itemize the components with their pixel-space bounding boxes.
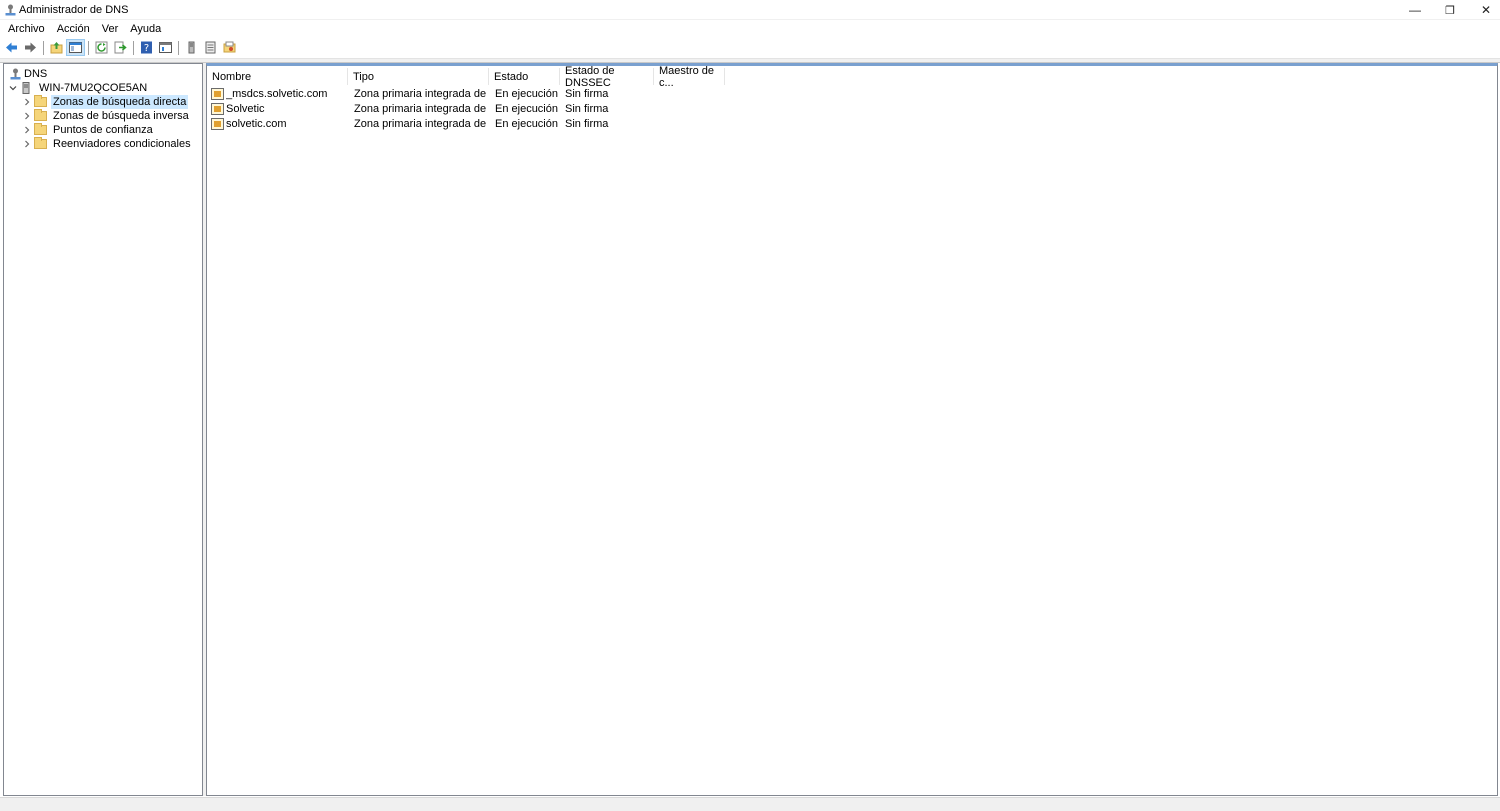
- zone-icon: [211, 118, 224, 133]
- title-bar: Administrador de DNS — ❐ ✕: [0, 0, 1500, 20]
- export-list-icon: [114, 41, 127, 54]
- tree-label-conditional-forwarders: Reenviadores condicionales: [53, 138, 191, 150]
- help-button[interactable]: ?: [137, 39, 156, 56]
- show-hide-console-tree-button[interactable]: [66, 39, 85, 56]
- forward-icon: [25, 42, 36, 53]
- cell-estado: En ejecución: [495, 118, 558, 130]
- folder-icon: [32, 137, 48, 151]
- folder-icon: [223, 41, 236, 53]
- server-button[interactable]: [182, 39, 201, 56]
- table-row[interactable]: _msdcs.solvetic.com Zona primaria integr…: [207, 87, 1007, 102]
- menu-ver[interactable]: Ver: [96, 20, 125, 38]
- menu-bar: Archivo Acción Ver Ayuda: [0, 20, 1500, 38]
- folder-icon: [32, 123, 48, 137]
- cell-dnssec: Sin firma: [565, 118, 609, 130]
- up-one-level-button[interactable]: [47, 39, 66, 56]
- cell-nombre: solvetic.com: [226, 118, 287, 130]
- window-title: Administrador de DNS: [19, 4, 129, 16]
- cell-maestro: [659, 87, 725, 102]
- toolbar-separator: [133, 40, 134, 55]
- chevron-down-icon[interactable]: [8, 81, 18, 95]
- column-header-nombre[interactable]: Nombre: [207, 68, 348, 85]
- column-header-dnssec[interactable]: Estado de DNSSEC: [560, 65, 654, 89]
- column-header-tipo[interactable]: Tipo: [348, 68, 489, 85]
- close-icon: ✕: [1480, 3, 1492, 17]
- list-icon: [205, 41, 216, 54]
- forward-button[interactable]: [21, 39, 40, 56]
- tree-label-dns: DNS: [24, 68, 48, 80]
- tree-item-server[interactable]: WIN-7MU2QCOE5AN: [8, 81, 149, 95]
- console-tree[interactable]: DNS WIN-7MU2QCOE5AN Zonas de búsqueda di…: [3, 63, 203, 796]
- close-button[interactable]: ✕: [1466, 0, 1500, 20]
- tree-label-reverse-zones: Zonas de búsqueda inversa: [53, 110, 189, 122]
- menu-accion[interactable]: Acción: [51, 20, 96, 38]
- tree-item-trust-points[interactable]: Puntos de confianza: [22, 123, 155, 137]
- zone-icon: [211, 103, 224, 118]
- toolbar-separator: [88, 40, 89, 55]
- menu-ayuda[interactable]: Ayuda: [124, 20, 167, 38]
- tree-label-forward-zones: Zonas de búsqueda directa: [51, 95, 189, 109]
- cell-maestro: [659, 102, 725, 117]
- restore-icon: ❐: [1445, 4, 1455, 17]
- chevron-right-icon[interactable]: [22, 137, 32, 151]
- refresh-button[interactable]: [92, 39, 111, 56]
- up-folder-icon: [50, 42, 63, 54]
- tree-label-trust-points: Puntos de confianza: [53, 124, 153, 136]
- minimize-icon: —: [1409, 3, 1421, 17]
- cell-estado: En ejecución: [495, 103, 558, 115]
- tree-item-reverse-zones[interactable]: Zonas de búsqueda inversa: [22, 109, 191, 123]
- export-list-button[interactable]: [111, 39, 130, 56]
- list-button[interactable]: [201, 39, 220, 56]
- back-icon: [6, 42, 17, 53]
- tree-label-server: WIN-7MU2QCOE5AN: [39, 82, 148, 94]
- toolbar-separator: [178, 40, 179, 55]
- cell-tipo: Zona primaria integrada de A...: [354, 103, 486, 115]
- toolbar: ?: [0, 38, 1500, 57]
- cell-dnssec: Sin firma: [565, 103, 609, 115]
- status-bar: [0, 797, 1500, 811]
- help-icon: ?: [141, 41, 152, 54]
- cell-nombre: Solvetic: [226, 103, 265, 115]
- refresh-icon: [95, 41, 108, 54]
- back-button[interactable]: [2, 39, 21, 56]
- server-icon: [188, 41, 195, 54]
- folder-button[interactable]: [220, 39, 239, 56]
- dns-icon: [7, 67, 23, 81]
- restore-button[interactable]: ❐: [1430, 0, 1470, 20]
- menu-archivo[interactable]: Archivo: [2, 20, 51, 38]
- toolbar-separator: [43, 40, 44, 55]
- minimize-button[interactable]: —: [1395, 0, 1435, 20]
- tree-item-forward-zones[interactable]: Zonas de búsqueda directa: [22, 95, 189, 109]
- chevron-right-icon[interactable]: [22, 123, 32, 137]
- server-icon: [18, 81, 34, 95]
- chevron-right-icon[interactable]: [22, 109, 32, 123]
- cell-maestro: [659, 117, 725, 132]
- column-header-maestro[interactable]: Maestro de c...: [654, 65, 725, 89]
- properties-icon: [159, 42, 172, 53]
- folder-icon: [32, 95, 48, 109]
- cell-nombre: _msdcs.solvetic.com: [226, 88, 328, 100]
- cell-dnssec: Sin firma: [565, 88, 609, 100]
- table-row[interactable]: solvetic.com Zona primaria integrada de …: [207, 117, 1007, 132]
- cell-estado: En ejecución: [495, 88, 558, 100]
- column-header-estado[interactable]: Estado: [489, 68, 560, 85]
- zone-icon: [211, 88, 224, 103]
- table-row[interactable]: Solvetic Zona primaria integrada de A...…: [207, 102, 1007, 117]
- show-hide-tree-icon: [69, 42, 82, 53]
- tree-item-conditional-forwarders[interactable]: Reenviadores condicionales: [22, 137, 193, 151]
- cell-tipo: Zona primaria integrada de A...: [354, 88, 486, 100]
- tree-item-dns[interactable]: DNS: [7, 67, 49, 81]
- svg-text:?: ?: [144, 43, 149, 54]
- folder-icon: [32, 109, 48, 123]
- properties-button[interactable]: [156, 39, 175, 56]
- cell-tipo: Zona primaria integrada de A...: [354, 118, 486, 130]
- results-list[interactable]: Nombre Tipo Estado Estado de DNSSEC Maes…: [206, 63, 1498, 796]
- dns-app-icon: [5, 4, 16, 16]
- chevron-right-icon[interactable]: [22, 95, 32, 109]
